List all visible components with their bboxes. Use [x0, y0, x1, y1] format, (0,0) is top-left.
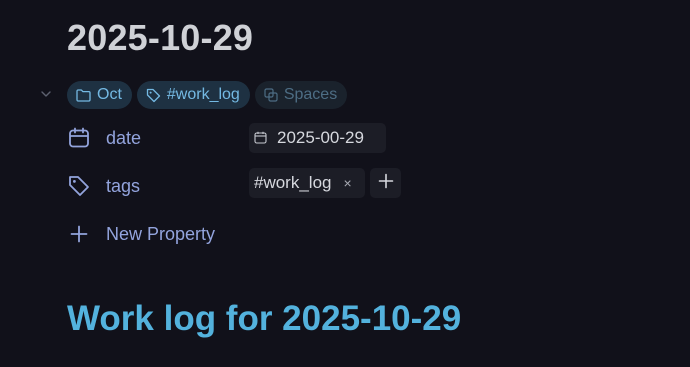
plus-icon — [67, 222, 91, 246]
folder-chip[interactable]: Oct — [67, 81, 132, 109]
add-tag-button[interactable] — [370, 168, 401, 198]
copy-icon — [264, 88, 278, 102]
plus-icon — [378, 173, 394, 194]
content-heading: Work log for 2025-10-29 — [67, 299, 462, 338]
tag-chip[interactable]: #work_log — [136, 81, 250, 109]
page-title: 2025-10-29 — [67, 17, 254, 58]
tag-value-text: #work_log — [254, 173, 332, 192]
property-tags[interactable]: tags — [67, 174, 140, 198]
new-property-button[interactable]: New Property — [67, 222, 215, 246]
remove-tag-icon[interactable]: × — [344, 175, 352, 191]
folder-icon — [76, 88, 91, 102]
calendar-small-icon — [254, 131, 268, 145]
property-label-tags: tags — [106, 175, 141, 196]
note-page: 2025-10-29 Oct #work_log Spaces date 202… — [0, 0, 690, 367]
tag-value-pill[interactable]: #work_log × — [249, 168, 365, 198]
new-property-label: New Property — [106, 223, 216, 244]
property-date[interactable]: date — [67, 126, 141, 150]
folder-chip-label: Oct — [97, 86, 122, 103]
spaces-chip-label: Spaces — [283, 86, 338, 103]
date-value-field[interactable]: 2025-00-29 — [249, 123, 386, 153]
date-value-text: 2025-00-29 — [277, 128, 364, 147]
calendar-icon — [67, 126, 91, 150]
metadata-chips: Oct #work_log Spaces — [67, 81, 348, 109]
chevron-down-icon[interactable] — [38, 86, 54, 102]
spaces-chip[interactable]: Spaces — [254, 81, 348, 109]
tag-icon — [67, 174, 91, 198]
tag-icon — [146, 88, 161, 103]
property-label-date: date — [106, 127, 142, 148]
tag-chip-label: #work_log — [166, 86, 240, 103]
